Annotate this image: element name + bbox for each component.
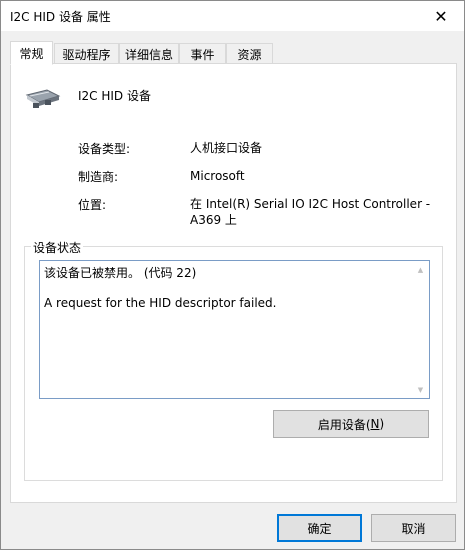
scroll-up-icon[interactable]: ▲ xyxy=(412,261,429,278)
ok-button[interactable]: 确定 xyxy=(277,514,362,542)
status-line-message: A request for the HID descriptor failed. xyxy=(44,296,277,310)
enable-device-button[interactable]: 启用设备(N) xyxy=(273,410,429,438)
title-bar[interactable]: I2C HID 设备 属性 ✕ xyxy=(1,1,464,31)
general-tab-panel: I2C HID 设备 设备类型: 人机接口设备 制造商: Microsoft 位… xyxy=(10,63,457,503)
location-value: 在 Intel(R) Serial IO I2C Host Controller… xyxy=(190,197,431,227)
close-icon[interactable]: ✕ xyxy=(418,1,464,31)
enable-button-suffix: ) xyxy=(379,417,385,431)
enable-button-prefix: 启用设备( xyxy=(317,417,371,432)
status-blank-line xyxy=(44,281,409,295)
enable-button-mnemonic: N xyxy=(370,417,380,431)
device-status-title: 设备状态 xyxy=(31,239,84,256)
tab-general[interactable]: 常规 xyxy=(10,41,53,65)
scroll-down-icon[interactable]: ▼ xyxy=(412,381,429,398)
device-type-value: 人机接口设备 xyxy=(190,141,263,155)
window-title: I2C HID 设备 属性 xyxy=(10,10,111,24)
location-label: 位置: xyxy=(78,198,107,212)
status-line-code: 该设备已被禁用。 (代码 22) xyxy=(44,266,197,280)
tab-details[interactable]: 详细信息 xyxy=(119,43,179,64)
manufacturer-value: Microsoft xyxy=(190,169,245,183)
properties-dialog: I2C HID 设备 属性 ✕ 常规 驱动程序 详细信息 事件 资源 I2C H… xyxy=(0,0,465,550)
manufacturer-label: 制造商: xyxy=(78,170,119,184)
tab-driver[interactable]: 驱动程序 xyxy=(54,43,119,64)
cancel-button[interactable]: 取消 xyxy=(371,514,456,542)
hid-device-icon xyxy=(25,89,61,108)
tab-events[interactable]: 事件 xyxy=(179,43,226,64)
tab-resources[interactable]: 资源 xyxy=(226,43,273,64)
device-name: I2C HID 设备 xyxy=(78,89,151,103)
device-type-label: 设备类型: xyxy=(78,142,131,156)
status-scrollbar[interactable]: ▲ ▼ xyxy=(412,261,429,398)
tab-strip: 常规 驱动程序 详细信息 事件 资源 xyxy=(10,41,450,65)
device-status-textbox[interactable]: 该设备已被禁用。 (代码 22) A request for the HID d… xyxy=(39,260,430,399)
status-text: 该设备已被禁用。 (代码 22) A request for the HID d… xyxy=(44,265,409,311)
